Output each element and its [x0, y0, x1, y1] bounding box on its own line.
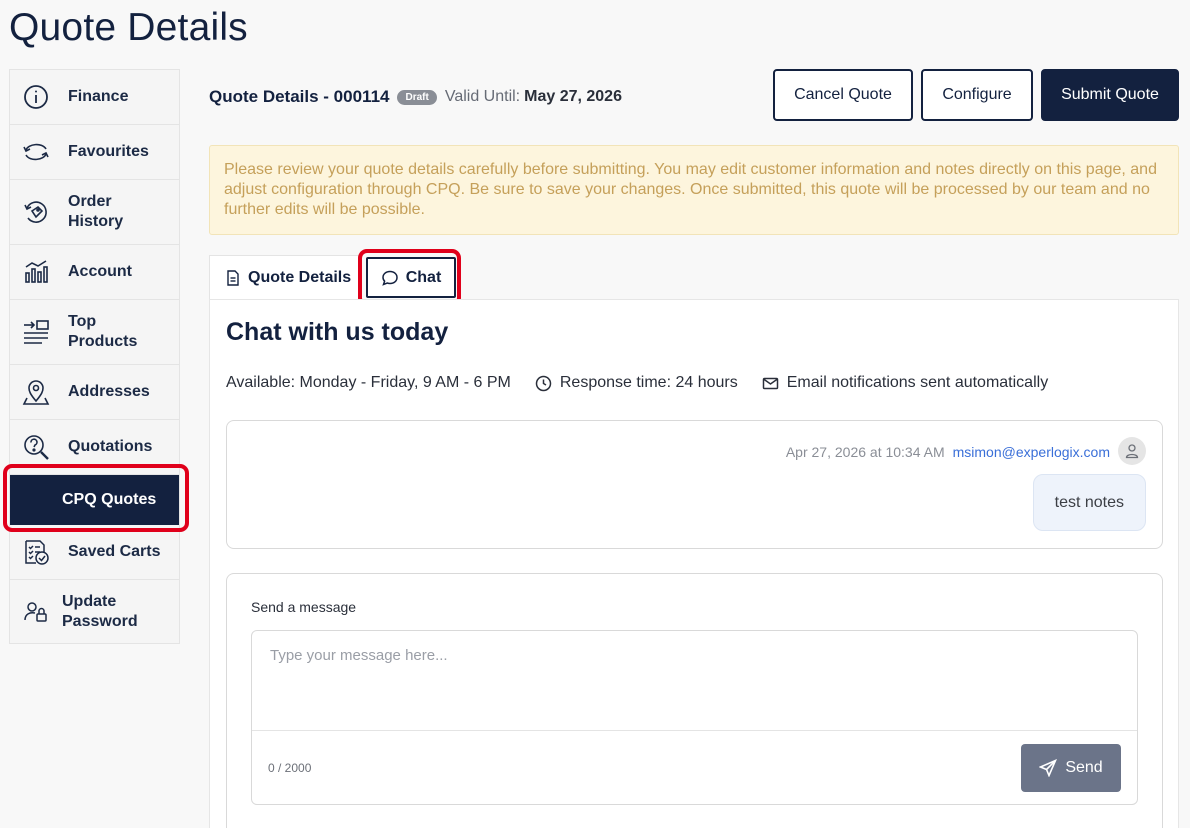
chat-panel: Chat with us today Available: Monday - F…: [209, 299, 1179, 828]
submit-quote-button[interactable]: Submit Quote: [1041, 69, 1179, 121]
quote-header: Quote Details - 000114 Draft Valid Until…: [209, 86, 622, 108]
chart-bars-icon: [22, 258, 50, 286]
send-label: Send: [1065, 759, 1103, 776]
tab-label: Quote Details: [248, 269, 352, 286]
map-pin-icon: [22, 378, 50, 406]
cancel-quote-button[interactable]: Cancel Quote: [773, 69, 913, 121]
message-author: msimon@experlogix.com: [952, 444, 1110, 460]
sidebar-item-label: Update Password: [62, 592, 138, 630]
message-timestamp: Apr 27, 2026 at 10:34 AM: [785, 444, 945, 460]
email-notice-text: Email notifications sent automatically: [786, 374, 1049, 391]
send-button[interactable]: Send: [1021, 744, 1121, 792]
email-notice: Email notifications sent automatically: [762, 374, 1048, 392]
message-input[interactable]: [252, 631, 1137, 731]
chat-heading: Chat with us today: [226, 318, 449, 346]
message-bubble: test notes: [1032, 474, 1146, 531]
message-thread: Apr 27, 2026 at 10:34 AM msimon@experlog…: [226, 420, 1163, 549]
user-lock-icon: [22, 598, 50, 626]
refresh-arrows-icon: [22, 138, 50, 166]
sidebar-item-label: Top Products: [68, 313, 138, 350]
response-time: Response time: 24 hours: [535, 374, 738, 392]
message-meta: Apr 27, 2026 at 10:34 AM msimon@experlog…: [786, 444, 1110, 460]
account-sidebar: Finance Favourites Order History Account…: [9, 69, 180, 644]
magnify-question-icon: [22, 433, 50, 461]
user-icon: [1125, 444, 1139, 459]
sidebar-item-label: Finance: [68, 88, 129, 105]
sidebar-item-label: Saved Carts: [68, 543, 161, 560]
list-arrow-icon: [22, 318, 50, 346]
checklist-icon: [22, 538, 50, 566]
availability-text: Available: Monday - Friday, 9 AM - 6 PM: [226, 374, 511, 391]
sidebar-item-account[interactable]: Account: [10, 245, 179, 300]
avatar: [1118, 437, 1146, 465]
sidebar-item-label: Addresses: [68, 383, 150, 400]
highlight-ring-cpq-quotes: [3, 464, 189, 532]
status-badge: Draft: [397, 89, 437, 105]
message-box: 0 / 2000 Send: [251, 630, 1138, 805]
character-counter: 0 / 2000: [268, 761, 312, 775]
sidebar-item-top-products[interactable]: Top Products: [10, 300, 179, 365]
composer-label: Send a message: [251, 599, 357, 615]
info-circle-icon: [22, 83, 50, 111]
sidebar-item-label: Favourites: [68, 143, 149, 160]
tab-quote-details[interactable]: Quote Details: [209, 255, 359, 300]
sidebar-item-order-history[interactable]: Order History: [10, 180, 179, 245]
sidebar-item-finance[interactable]: Finance: [10, 70, 179, 125]
sidebar-item-saved-carts[interactable]: Saved Carts: [10, 525, 179, 580]
mail-icon: [762, 377, 778, 389]
message-composer: Send a message 0 / 2000 Send: [226, 573, 1163, 828]
paper-plane-icon: [1039, 759, 1058, 777]
sidebar-item-favourites[interactable]: Favourites: [10, 125, 179, 180]
availability-row: Available: Monday - Friday, 9 AM - 6 PM …: [226, 373, 1072, 393]
valid-until-date: May 27, 2026: [524, 88, 622, 105]
document-icon: [227, 270, 239, 286]
sidebar-item-update-password[interactable]: Update Password: [10, 580, 179, 643]
review-notice: Please review your quote details careful…: [209, 145, 1179, 235]
clock-icon: [535, 375, 552, 391]
configure-button[interactable]: Configure: [921, 69, 1033, 121]
history-tag-icon: [22, 198, 50, 226]
sidebar-item-label: Account: [68, 263, 132, 280]
sidebar-item-label: Order History: [68, 193, 124, 230]
sidebar-item-label: Quotations: [68, 438, 153, 455]
response-time-text: Response time: 24 hours: [559, 374, 738, 391]
valid-until-label: Valid Until:: [444, 88, 521, 105]
page-title: Quote Details: [9, 6, 248, 49]
sidebar-item-addresses[interactable]: Addresses: [10, 365, 179, 420]
quote-title: Quote Details - 000114: [209, 87, 390, 106]
